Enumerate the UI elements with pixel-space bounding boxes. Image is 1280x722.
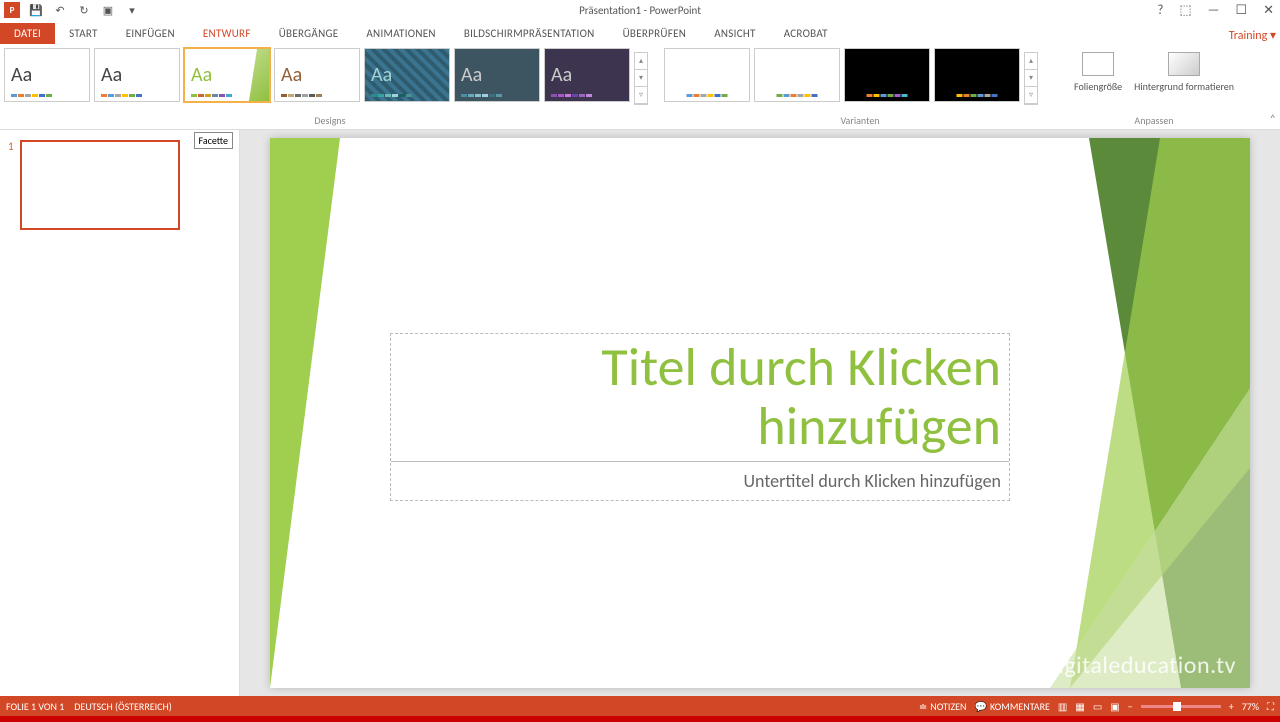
design-tooltip: Facette xyxy=(194,132,233,149)
slide-sorter-icon[interactable]: ▦ xyxy=(1075,700,1084,713)
start-from-beginning-icon[interactable]: ▣ xyxy=(100,2,116,18)
tab-acrobat[interactable]: ACROBAT xyxy=(770,23,842,44)
collapse-ribbon-icon[interactable]: ˄ xyxy=(1270,113,1276,127)
title-bar: P 💾 ↶ ↻ ▣ ▾ Präsentation1 - PowerPoint ?… xyxy=(0,0,1280,20)
subtitle-placeholder[interactable]: Untertitel durch Klicken hinzufügen xyxy=(391,461,1009,500)
format-background-icon xyxy=(1168,52,1200,76)
maximize-icon[interactable]: ☐ xyxy=(1231,3,1251,18)
anpassen-label: Anpassen xyxy=(1060,114,1248,127)
quick-access-toolbar: P 💾 ↶ ↻ ▣ ▾ xyxy=(0,2,140,18)
help-icon[interactable]: ? xyxy=(1153,3,1167,18)
zoom-slider[interactable] xyxy=(1141,705,1221,708)
fit-to-window-icon[interactable]: ⛶ xyxy=(1267,700,1274,713)
design-theme-1[interactable]: Aa xyxy=(4,48,90,102)
variant-4[interactable] xyxy=(934,48,1020,102)
tab-ueberpruefen[interactable]: ÜBERPRÜFEN xyxy=(609,23,701,44)
comments-button[interactable]: 💬 KOMMENTARE xyxy=(974,700,1049,713)
design-theme-5[interactable]: Aa xyxy=(364,48,450,102)
zoom-in-icon[interactable]: + xyxy=(1229,700,1234,713)
hintergrund-button[interactable]: Hintergrund formatieren xyxy=(1130,48,1238,97)
variant-1[interactable] xyxy=(664,48,750,102)
zoom-out-icon[interactable]: − xyxy=(1128,700,1133,713)
foliengroesse-button[interactable]: Foliengröße xyxy=(1070,48,1126,97)
notes-button[interactable]: ≐ NOTIZEN xyxy=(919,700,967,713)
slide-size-icon xyxy=(1082,52,1114,76)
tab-uebergaenge[interactable]: ÜBERGÄNGE xyxy=(265,23,353,44)
ribbon-display-icon[interactable]: ⬚ xyxy=(1175,3,1195,18)
tab-einfuegen[interactable]: EINFÜGEN xyxy=(112,23,189,44)
variants-label: Varianten xyxy=(660,114,1060,127)
minimize-icon[interactable]: — xyxy=(1204,3,1224,18)
status-bar: FOLIE 1 VON 1 DEUTSCH (ÖSTERREICH) ≐ NOT… xyxy=(0,696,1280,716)
decoration-left xyxy=(270,138,340,688)
slide-thumbnail-panel: Facette 1 xyxy=(0,130,240,696)
bottom-bar xyxy=(0,716,1280,722)
slideshow-icon[interactable]: ▣ xyxy=(1110,700,1119,713)
watermark: digitaleducation.tv xyxy=(1045,651,1236,680)
tab-start[interactable]: START xyxy=(55,23,112,44)
title-placeholder-box[interactable]: Titel durch Klicken hinzufügen Untertite… xyxy=(390,333,1010,501)
slide-number: 1 xyxy=(8,140,14,230)
tab-entwurf[interactable]: ENTWURF xyxy=(189,23,265,44)
design-theme-6[interactable]: Aa xyxy=(454,48,540,102)
designs-label: Designs xyxy=(0,114,660,127)
redo-icon[interactable]: ↻ xyxy=(76,2,92,18)
qat-dropdown-icon[interactable]: ▾ xyxy=(124,2,140,18)
design-theme-2[interactable]: Aa xyxy=(94,48,180,102)
undo-icon[interactable]: ↶ xyxy=(52,2,68,18)
tab-datei[interactable]: DATEI xyxy=(0,23,55,44)
slide-canvas[interactable]: Titel durch Klicken hinzufügen Untertite… xyxy=(270,138,1250,688)
status-language[interactable]: DEUTSCH (ÖSTERREICH) xyxy=(74,700,172,713)
decoration-right xyxy=(1020,138,1250,688)
slide-thumbnail-1[interactable]: 1 xyxy=(8,140,231,230)
anpassen-group: Foliengröße Hintergrund formatieren Anpa… xyxy=(1060,44,1248,129)
title-placeholder[interactable]: Titel durch Klicken hinzufügen xyxy=(391,334,1009,461)
normal-view-icon[interactable]: ▥ xyxy=(1058,700,1067,713)
design-theme-4[interactable]: Aa xyxy=(274,48,360,102)
ribbon-content: Aa Aa Aa Aa Aa Aa Aa ▴▾▿ Designs ▴▾▿ Var… xyxy=(0,44,1280,130)
design-theme-7[interactable]: Aa xyxy=(544,48,630,102)
tab-bildschirm[interactable]: BILDSCHIRMPRÄSENTATION xyxy=(450,23,609,44)
design-theme-facette[interactable]: Aa xyxy=(184,48,270,102)
variant-2[interactable] xyxy=(754,48,840,102)
save-icon[interactable]: 💾 xyxy=(28,2,44,18)
slide-editor-area: Titel durch Klicken hinzufügen Untertite… xyxy=(240,130,1280,696)
variant-3[interactable] xyxy=(844,48,930,102)
variants-group: ▴▾▿ Varianten xyxy=(660,44,1060,129)
window-controls: ? ⬚ — ☐ ✕ xyxy=(1153,3,1278,18)
designs-group: Aa Aa Aa Aa Aa Aa Aa ▴▾▿ Designs xyxy=(0,44,660,129)
close-icon[interactable]: ✕ xyxy=(1259,3,1278,18)
zoom-level[interactable]: 77% xyxy=(1242,700,1259,713)
variants-scroll[interactable]: ▴▾▿ xyxy=(1024,52,1038,105)
window-title: Präsentation1 - PowerPoint xyxy=(579,4,701,17)
status-slide-count[interactable]: FOLIE 1 VON 1 xyxy=(6,700,64,713)
app-icon: P xyxy=(4,2,20,18)
reading-view-icon[interactable]: ▭ xyxy=(1093,700,1102,713)
workspace: Facette 1 Titel durch Klicken hinzufügen… xyxy=(0,130,1280,696)
designs-scroll[interactable]: ▴▾▿ xyxy=(634,52,648,105)
training-label[interactable]: Training ▾ xyxy=(1229,28,1276,43)
tab-ansicht[interactable]: ANSICHT xyxy=(700,23,769,44)
ribbon-tabs: DATEI START EINFÜGEN ENTWURF ÜBERGÄNGE A… xyxy=(0,20,1280,44)
tab-animationen[interactable]: ANIMATIONEN xyxy=(352,23,449,44)
slide-mini-preview xyxy=(20,140,180,230)
